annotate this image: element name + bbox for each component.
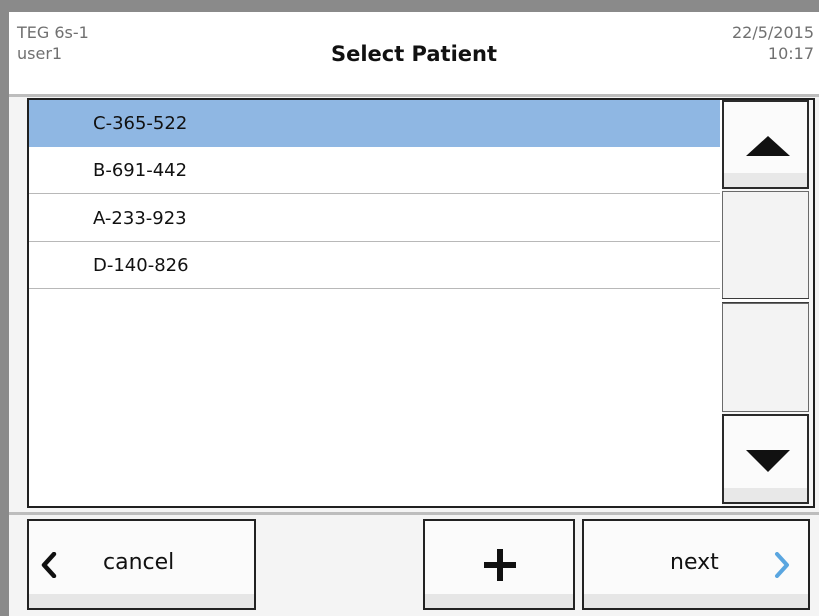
patient-id: A-233-923	[93, 208, 187, 229]
cancel-button[interactable]: cancel	[27, 519, 256, 610]
chevron-right-icon	[775, 552, 789, 578]
chevron-left-icon	[41, 552, 57, 578]
screen: TEG 6s-1 user1 Select Patient 22/5/2015 …	[9, 12, 819, 616]
scroll-thumb[interactable]	[722, 191, 809, 412]
patient-id: C-365-522	[93, 113, 188, 134]
device-name: TEG 6s-1	[17, 23, 89, 42]
patient-row[interactable]: D-140-826	[29, 242, 720, 289]
scroll-down-button[interactable]	[722, 414, 809, 504]
plus-icon	[484, 549, 516, 581]
patient-row[interactable]: A-233-923	[29, 195, 720, 242]
date-label: 22/5/2015	[731, 23, 814, 42]
header-divider	[9, 94, 819, 97]
cancel-label: cancel	[103, 550, 175, 575]
page-title: Select Patient	[330, 42, 498, 66]
next-button[interactable]: next	[582, 519, 810, 610]
patient-id: B-691-442	[93, 160, 188, 181]
patient-list[interactable]: C-365-522 B-691-442 A-233-923 D-140-826	[29, 100, 720, 506]
add-patient-button[interactable]	[423, 519, 575, 610]
header-bar: TEG 6s-1 user1 Select Patient 22/5/2015 …	[9, 12, 819, 94]
footer-divider	[9, 512, 819, 515]
triangle-down-icon	[746, 450, 790, 472]
patient-id: D-140-826	[93, 255, 189, 276]
triangle-up-icon	[746, 136, 790, 156]
scroll-up-button[interactable]	[722, 100, 809, 189]
scrollbar[interactable]	[722, 100, 813, 506]
patient-list-panel: C-365-522 B-691-442 A-233-923 D-140-826	[27, 98, 815, 508]
device-frame: TEG 6s-1 user1 Select Patient 22/5/2015 …	[0, 0, 819, 616]
time-label: 10:17	[767, 44, 814, 63]
patient-row[interactable]: B-691-442	[29, 147, 720, 194]
patient-row[interactable]: C-365-522	[29, 100, 720, 147]
date-time: 22/5/2015 10:17	[732, 22, 814, 64]
next-label: next	[670, 550, 719, 575]
